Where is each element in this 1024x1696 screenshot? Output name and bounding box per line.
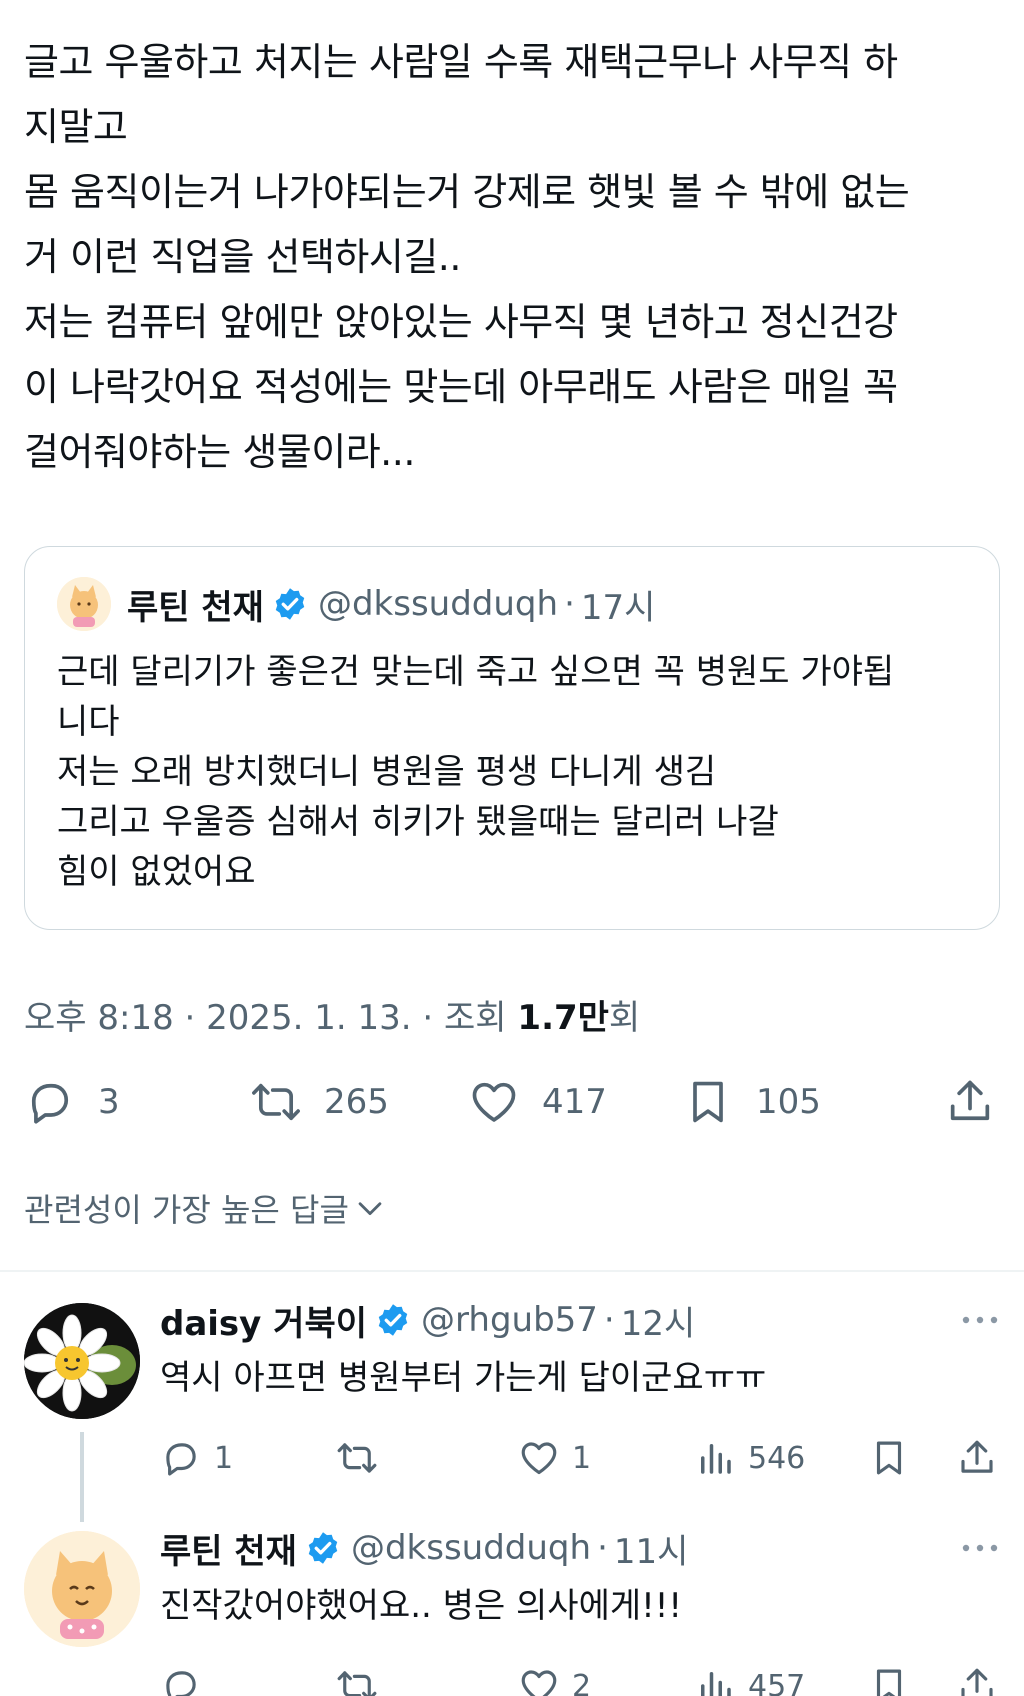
retweet-icon	[250, 1076, 302, 1128]
reply-text: 진작갔어야했어요.. 병은 의사에게!!!	[160, 1586, 683, 1626]
retweet-count: 265	[324, 1082, 389, 1122]
sort-label: 관련성이 가장 높은 답글	[24, 1191, 349, 1229]
like-button[interactable]: 1	[518, 1433, 591, 1483]
view-count[interactable]: 1.7만	[517, 998, 609, 1038]
views-icon	[694, 1665, 736, 1696]
view-suffix: 회	[608, 998, 641, 1038]
like-count: 1	[572, 1440, 592, 1476]
like-button[interactable]: 417	[468, 1072, 607, 1132]
quote-line: 힘이 없었어요	[57, 852, 256, 892]
reply-button[interactable]	[160, 1661, 214, 1696]
retweet-button[interactable]: 265	[250, 1072, 389, 1132]
bookmark-icon	[868, 1665, 910, 1696]
reply-author-name[interactable]: 루틴 천재	[160, 1524, 297, 1573]
views-icon	[694, 1437, 736, 1479]
like-icon	[518, 1437, 560, 1479]
reply-avatar[interactable]	[24, 1303, 140, 1419]
share-button[interactable]	[944, 1072, 996, 1132]
reply-author-handle[interactable]: @dkssudduqh	[351, 1528, 591, 1568]
tweet-line: 글고 우울하고 처지는 사람일 수록 재택근무나 사무직 하	[24, 40, 898, 84]
thread-connector	[80, 1432, 84, 1522]
quote-text: 근데 달리기가 좋은건 맞는데 죽고 싶으면 꼭 병원도 가야됩 니다 저는 오…	[57, 647, 977, 897]
tweet-meta: 오후 8:18 · 2025. 1. 13. · 조회 1.7만회	[24, 990, 640, 1039]
bookmark-icon	[868, 1437, 910, 1479]
separator-dot: ·	[603, 1300, 615, 1340]
quote-time[interactable]: 17시	[581, 580, 656, 629]
verified-icon	[305, 1530, 341, 1566]
divider	[0, 1270, 1024, 1272]
quote-line: 저는 오래 방치했더니 병원을 평생 다니게 생김	[57, 752, 717, 792]
reply-icon	[160, 1665, 202, 1696]
like-icon	[518, 1665, 560, 1696]
reply-icon	[24, 1076, 76, 1128]
retweet-button[interactable]	[336, 1661, 390, 1696]
bookmark-button[interactable]: 105	[682, 1072, 821, 1132]
quote-line: 니다	[57, 702, 120, 742]
reply-count: 1	[214, 1440, 234, 1476]
quote-author-handle[interactable]: @dkssudduqh	[318, 584, 558, 624]
reply-item[interactable]: 루틴 천재 @dkssudduqh · 11시 진작갔어야했어요.. 병은 의사…	[0, 1523, 1024, 1696]
quote-line: 그리고 우울증 심해서 히키가 됐을때는 달리러 나갈	[57, 802, 779, 842]
view-count: 457	[748, 1668, 806, 1696]
reply-author-handle[interactable]: @rhgub57	[421, 1300, 598, 1340]
more-icon[interactable]	[960, 1533, 1000, 1563]
quoted-tweet[interactable]: 루틴 천재 @dkssudduqh · 17시 근데 달리기가 좋은건 맞는데 …	[24, 546, 1000, 930]
like-count: 417	[542, 1082, 607, 1122]
tweet-timestamp[interactable]: 오후 8:18 · 2025. 1. 13. · 조회	[24, 998, 517, 1038]
retweet-icon	[336, 1665, 378, 1696]
chevron-down-icon	[353, 1191, 387, 1225]
reply-author-name[interactable]: daisy 거북이	[160, 1296, 367, 1345]
reply-avatar[interactable]	[24, 1531, 140, 1647]
bookmark-icon	[682, 1076, 734, 1128]
tweet-line: 걸어줘야하는 생물이라...	[24, 430, 415, 474]
reply-header: 루틴 천재 @dkssudduqh · 11시	[160, 1523, 688, 1573]
reply-time[interactable]: 12시	[621, 1296, 696, 1345]
like-count: 2	[572, 1668, 592, 1696]
retweet-button[interactable]	[336, 1433, 390, 1483]
reply-button[interactable]: 1	[160, 1433, 233, 1483]
quote-line: 근데 달리기가 좋은건 맞는데 죽고 싶으면 꼭 병원도 가야됩	[57, 652, 895, 692]
reply-time[interactable]: 11시	[614, 1524, 689, 1573]
tweet-line: 이 나락갓어요 적성에는 맞는데 아무래도 사람은 매일 꼭	[24, 365, 898, 409]
tweet-line: 지말고	[24, 105, 128, 149]
quote-avatar[interactable]	[57, 577, 111, 631]
reply-sort-dropdown[interactable]: 관련성이 가장 높은 답글	[24, 1185, 387, 1231]
verified-icon	[272, 586, 308, 622]
share-button[interactable]	[956, 1661, 998, 1696]
tweet-line: 몸 움직이는거 나가야되는거 강제로 햇빛 볼 수 밖에 없는	[24, 170, 910, 214]
reply-count: 3	[98, 1082, 120, 1122]
share-icon	[956, 1665, 998, 1696]
retweet-icon	[336, 1437, 378, 1479]
share-icon	[956, 1437, 998, 1479]
quote-author-name[interactable]: 루틴 천재	[127, 580, 264, 629]
separator-dot: ·	[564, 584, 575, 624]
view-count: 546	[748, 1440, 806, 1476]
tweet-text: 글고 우울하고 처지는 사람일 수록 재택근무나 사무직 하 지말고 몸 움직이…	[24, 30, 1000, 485]
bookmark-count: 105	[756, 1082, 821, 1122]
tweet-actions: 3 265 417 105	[24, 1072, 1000, 1132]
like-icon	[468, 1076, 520, 1128]
reply-actions: 1 1 546	[160, 1433, 1000, 1483]
tweet-line: 저는 컴퓨터 앞에만 앉아있는 사무직 몇 년하고 정신건강	[24, 300, 898, 344]
like-button[interactable]: 2	[518, 1661, 591, 1696]
reply-actions: 2 457	[160, 1661, 1000, 1696]
reply-text: 역시 아프면 병원부터 가는게 답이군요ㅠㅠ	[160, 1358, 767, 1398]
reply-icon	[160, 1437, 202, 1479]
separator-dot: ·	[597, 1528, 608, 1568]
tweet-line: 거 이런 직업을 선택하시길..	[24, 235, 461, 279]
views-button[interactable]: 457	[694, 1661, 805, 1696]
share-button[interactable]	[956, 1433, 998, 1483]
share-icon	[944, 1076, 996, 1128]
reply-item[interactable]: daisy 거북이 @rhgub57 · 12시 역시 아프면 병원부터 가는게…	[0, 1295, 1024, 1495]
reply-button[interactable]: 3	[24, 1072, 120, 1132]
bookmark-button[interactable]	[868, 1661, 910, 1696]
views-button[interactable]: 546	[694, 1433, 805, 1483]
quote-header: 루틴 천재 @dkssudduqh · 17시	[57, 577, 655, 631]
bookmark-button[interactable]	[868, 1433, 910, 1483]
verified-icon	[375, 1302, 411, 1338]
more-icon[interactable]	[960, 1305, 1000, 1335]
reply-header: daisy 거북이 @rhgub57 · 12시	[160, 1295, 695, 1345]
